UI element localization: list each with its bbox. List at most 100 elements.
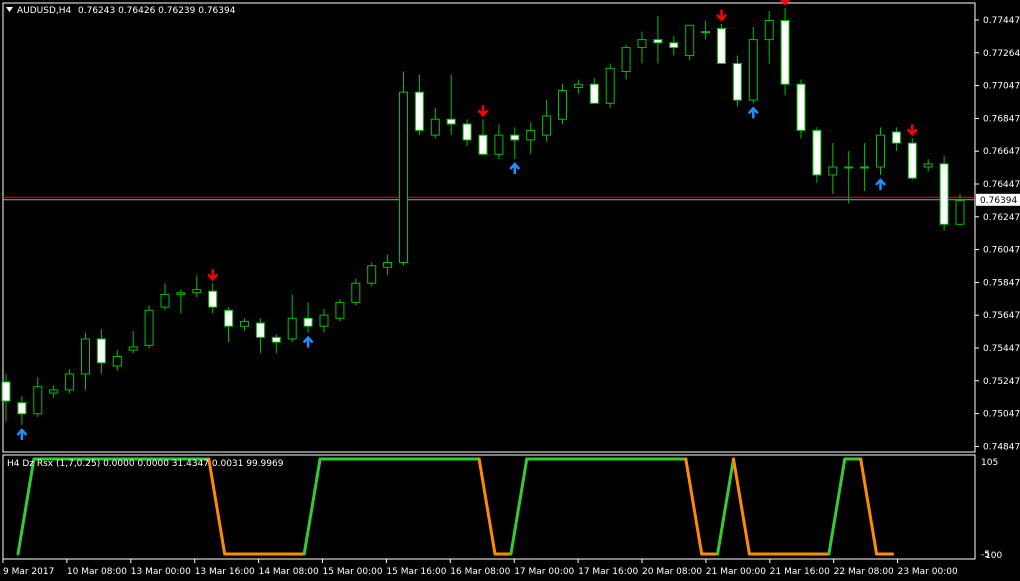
candle-body (208, 290, 218, 308)
candle-body (685, 24, 695, 57)
rsx-axis-top-label: 105 (981, 458, 998, 468)
price-tick-label: 0.75247 (983, 377, 1020, 387)
candle-body (144, 309, 154, 346)
time-tick-label: 20 Mar 08:00 (642, 567, 702, 577)
candle-body (907, 142, 917, 179)
candle-body (49, 389, 59, 394)
price-tick-label: 0.76047 (983, 246, 1020, 256)
price-tick-label: 0.76647 (983, 147, 1020, 157)
price-tick-label: 0.74847 (983, 442, 1020, 452)
candle-body (828, 166, 838, 176)
candle (812, 127, 822, 183)
time-tick-label: 16 Mar 08:00 (450, 567, 510, 577)
time-tick-label: 9 Mar 2017 (3, 567, 54, 577)
price-tick-label: 0.77264 (983, 49, 1020, 59)
candle-body (589, 83, 599, 104)
candle-body (430, 118, 440, 136)
candle-body (65, 373, 75, 391)
time-tick-label: 10 Mar 08:00 (67, 567, 127, 577)
candle-body (303, 317, 313, 327)
symbol-title: AUDUSD,H4 (17, 6, 72, 16)
candle-body (351, 282, 361, 303)
candle-body (494, 134, 504, 155)
time-tick-label: 21 Mar 16:00 (770, 567, 830, 577)
candle-body (33, 386, 43, 415)
candle-body (891, 131, 901, 144)
candle (732, 55, 742, 107)
price-tick-label: 0.75647 (983, 311, 1020, 321)
price-tick-label: 0.77047 (983, 82, 1020, 92)
candle-body (176, 292, 186, 295)
time-tick-label: 23 Mar 00:00 (898, 567, 958, 577)
candle-body (558, 90, 567, 120)
candle (144, 305, 154, 349)
candle (605, 63, 615, 109)
candle-body (224, 309, 234, 327)
candle-body (637, 39, 647, 49)
candle-body (1, 381, 11, 402)
candle-body (240, 320, 249, 327)
candle-body (128, 346, 138, 351)
price-tick-label: 0.75447 (983, 344, 1020, 354)
candle-body (780, 20, 790, 85)
price-tick-label: 0.77447 (983, 16, 1020, 26)
price-tick-label: 0.76247 (983, 213, 1020, 223)
time-tick-label: 17 Mar 16:00 (578, 567, 638, 577)
candle (685, 24, 695, 61)
candle-body (383, 262, 393, 268)
candle-body (17, 402, 27, 415)
candle-body (526, 129, 536, 141)
candle (780, 7, 790, 96)
candle-body (876, 134, 885, 168)
time-tick-label: 22 Mar 08:00 (834, 567, 894, 577)
candle-body (701, 31, 711, 34)
candle-body (764, 20, 774, 41)
candle-body (748, 39, 758, 101)
candle-body (367, 265, 377, 284)
candle-body (462, 123, 472, 141)
candle (717, 23, 726, 65)
candle-body (717, 27, 726, 65)
candle-body (399, 91, 408, 264)
price-tick-label: 0.76847 (983, 114, 1020, 124)
chart: 0.77447 0.77264 0.77047 0.76847 0.76647 0.764… (0, 0, 1020, 581)
time-tick-label: 17 Mar 00:00 (514, 567, 574, 577)
candle-body (923, 163, 933, 168)
price-tick-label: 0.75847 (983, 278, 1020, 288)
candle-body (112, 355, 122, 367)
candle (367, 262, 377, 287)
candle-body (955, 199, 965, 225)
candle-body (812, 129, 822, 176)
indicator-title: H4 Dz Rsx (1,7,0.25) 0.0000 0.0000 31.43… (7, 459, 284, 469)
candle-body (653, 39, 663, 44)
rsx-axis-bottom-label-2: 100 (985, 551, 1002, 561)
candle-body (844, 166, 854, 169)
candle-body (669, 42, 679, 49)
time-tick-label: 13 Mar 16:00 (195, 567, 255, 577)
candle-body (939, 163, 949, 225)
time-tick-label: 15 Mar 16:00 (386, 567, 446, 577)
candle-body (796, 83, 806, 131)
time-tick-label: 15 Mar 00:00 (323, 567, 383, 577)
candle-body (287, 317, 297, 340)
candle-body (96, 338, 106, 364)
candle (796, 79, 806, 139)
candle-body (271, 336, 281, 343)
candle-body (510, 134, 520, 141)
price-tick-label: 0.76447 (983, 180, 1020, 190)
candle-body (621, 47, 631, 72)
candle (399, 71, 408, 266)
candle-body (319, 314, 329, 327)
candle-body (732, 63, 742, 101)
candle-body (414, 91, 424, 131)
candle-body (446, 118, 456, 125)
candle-body (255, 322, 265, 338)
candle-body (573, 83, 583, 88)
candle-body (605, 67, 615, 104)
candle (907, 138, 917, 180)
candle-body (860, 166, 870, 169)
candle-body (192, 289, 202, 294)
candle-body (335, 301, 345, 319)
candle-body (81, 338, 90, 375)
time-tick-label: 21 Mar 00:00 (706, 567, 766, 577)
